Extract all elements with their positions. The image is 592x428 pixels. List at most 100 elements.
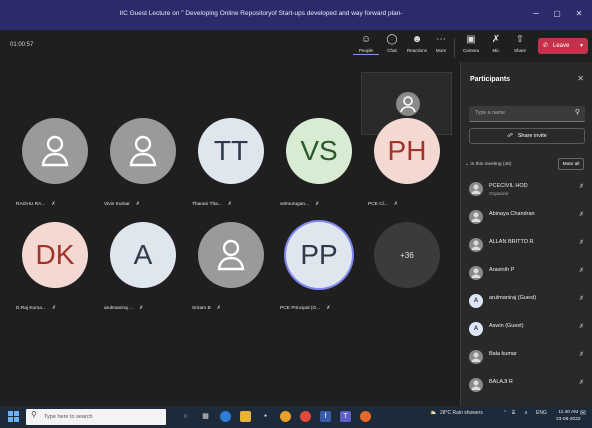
participant-tile-name: Sriram B ✗	[192, 306, 221, 311]
reactions-label: Reactions	[406, 48, 427, 53]
notification-icon[interactable]: ✉	[580, 409, 586, 417]
leave-button[interactable]: ✆ Leave ▼	[538, 38, 588, 54]
chevron-down-icon[interactable]: ▼	[579, 38, 584, 54]
participant-avatar	[469, 182, 483, 196]
network-icon[interactable]: ⌸	[512, 410, 515, 416]
mic-off-icon[interactable]: ✗	[579, 211, 584, 218]
person-icon	[217, 239, 245, 271]
mic-off-icon: ✗	[135, 202, 140, 207]
chat-label: Chat	[387, 48, 397, 53]
mic-button[interactable]: ✗ Mic	[483, 34, 509, 60]
people-icon: ☺	[360, 34, 372, 45]
chrome-icon[interactable]	[280, 411, 291, 422]
chat-button[interactable]: ◯ Chat	[379, 34, 405, 60]
participant-name: PCECIVIL HOD	[489, 183, 528, 189]
person-icon	[471, 352, 481, 362]
close-window-button[interactable]: ✕	[572, 8, 586, 20]
tray-chevron-icon[interactable]: ⌃	[503, 410, 507, 416]
clock-date: 23-08-2022	[556, 417, 581, 422]
overflow-count[interactable]: +36	[374, 222, 440, 288]
participant-name: Abinaya Chandran	[489, 211, 535, 217]
participant-tile-name: arulmaniraj ... ✗	[104, 306, 144, 311]
weather-text[interactable]: 28°C Rain showers	[440, 410, 483, 416]
search-icon: ⚲	[574, 109, 580, 116]
person-icon	[471, 240, 481, 250]
cortana-icon[interactable]: ○	[180, 411, 191, 422]
opera-icon[interactable]	[300, 411, 311, 422]
mic-off-icon[interactable]: ✗	[579, 351, 584, 358]
avatar	[198, 222, 264, 288]
mic-off-icon[interactable]: ✗	[579, 295, 584, 302]
reactions-button[interactable]: ☻ Reactions	[404, 34, 430, 60]
avatar-initials: PP	[286, 222, 352, 288]
participant-list-item[interactable]: A Aswin (Guest) ✗	[469, 318, 589, 342]
participant-list-item[interactable]: Aarulmaniraj (Guest) ✗	[469, 290, 589, 314]
camera-label: Camera	[462, 48, 479, 53]
mic-off-icon: ✗	[491, 34, 501, 45]
facebook-icon[interactable]: f	[320, 411, 331, 422]
meeting-toolbar: 01:00:57 ☺ People ◯ Chat ☻ Reactions ⋯ M…	[0, 30, 592, 62]
windows-start-icon[interactable]	[8, 411, 19, 422]
participants-panel: Participants ✕ Type a name ⚲ ☍ Share invi…	[460, 62, 592, 420]
mic-off-icon[interactable]: ✗	[579, 379, 584, 386]
participant-avatar	[469, 350, 483, 364]
toolbar-divider	[454, 38, 455, 58]
participant-list-item[interactable]: ALLAN BRITTO R ✗	[469, 234, 589, 258]
volume-icon[interactable]: ♬	[524, 410, 529, 416]
pin-dot-icon[interactable]: ●	[260, 411, 271, 422]
more-button[interactable]: ⋯ More	[428, 34, 454, 60]
teams-icon[interactable]: T	[340, 411, 351, 422]
share-icon: ⇧	[515, 34, 525, 45]
language-indicator[interactable]: ENG	[536, 410, 547, 416]
section-label: In this meeting (46)	[470, 162, 512, 167]
taskbar-clock[interactable]: 11:40 AM 23-08-2022	[556, 409, 581, 423]
participant-list-item[interactable]: BALAJI R ✗	[469, 374, 589, 398]
participant-search-input[interactable]: Type a name ⚲	[469, 106, 585, 122]
file-explorer-icon[interactable]	[240, 411, 251, 422]
participant-name: Bala kumar	[489, 351, 517, 357]
people-button[interactable]: ☺ People	[353, 34, 379, 60]
mic-off-icon: ✗	[326, 306, 331, 311]
person-icon	[471, 380, 481, 390]
camera-button[interactable]: ▣ Camera	[458, 34, 484, 60]
avatar-initials: A	[110, 222, 176, 288]
participant-tile-name: Vivin Kumar ✗	[104, 202, 140, 207]
participant-list-item[interactable]: PCECIVIL HOD Organizer ✗	[469, 178, 589, 202]
participant-tile-name: Tharani Tha... ✗	[192, 202, 232, 207]
mic-off-icon[interactable]: ✗	[579, 323, 584, 330]
participant-avatar	[469, 238, 483, 252]
mic-off-icon: ✗	[51, 306, 56, 311]
taskbar-search-input[interactable]: ⚲ Type here to search	[26, 409, 166, 425]
reactions-icon: ☻	[411, 34, 423, 45]
more-label: More	[435, 48, 447, 53]
minimize-button[interactable]: –	[529, 8, 543, 20]
camera-off-icon: ▣	[466, 34, 476, 45]
share-label: Share	[513, 48, 526, 53]
task-view-icon[interactable]: ▦	[200, 411, 211, 422]
in-meeting-section-header[interactable]: ⌄ In this meeting (46)	[465, 162, 511, 167]
close-icon[interactable]: ✕	[577, 74, 584, 83]
share-invite-button[interactable]: ☍ Share invite	[469, 128, 585, 144]
mic-off-icon[interactable]: ✗	[579, 183, 584, 190]
participant-list-item[interactable]: Abinaya Chandran ✗	[469, 206, 589, 230]
avatar-initials: TT	[198, 118, 264, 184]
windows-taskbar: ⚲ Type here to search ○ ▦ ● f T ⛅ 28°C R…	[0, 406, 592, 428]
participant-list-item[interactable]: Bala kumar ✗	[469, 346, 589, 370]
share-invite-icon: ☍	[507, 133, 513, 139]
clock-time: 11:40 AM	[558, 410, 579, 415]
panel-title: Participants	[470, 76, 511, 83]
edge-icon[interactable]	[220, 411, 231, 422]
mute-all-button[interactable]: Mute all	[558, 158, 584, 170]
person-icon	[129, 135, 157, 167]
participant-name: Aswin (Guest)	[489, 323, 524, 329]
participant-avatar: A	[469, 322, 483, 336]
person-icon	[400, 96, 416, 113]
share-button[interactable]: ⇧ Share	[507, 34, 533, 60]
mic-off-icon[interactable]: ✗	[579, 239, 584, 246]
firefox-icon[interactable]	[360, 411, 371, 422]
weather-icon[interactable]: ⛅	[430, 410, 436, 416]
maximize-button[interactable]: ▢	[550, 8, 564, 20]
share-invite-label: Share invite	[517, 133, 547, 139]
participant-list-item[interactable]: Aravinth P ✗	[469, 262, 589, 286]
mic-off-icon[interactable]: ✗	[579, 267, 584, 274]
